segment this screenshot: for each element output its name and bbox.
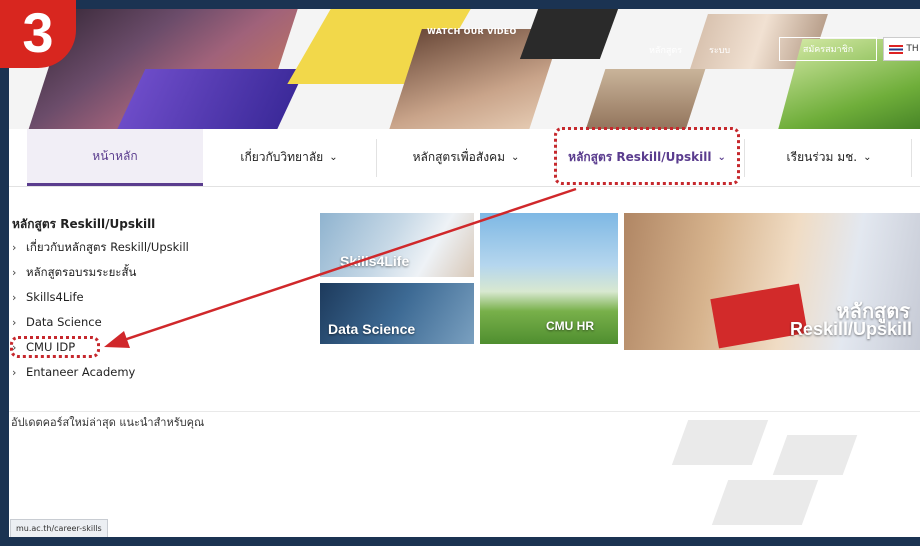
hero-image-elderly (582, 69, 706, 129)
chevron-right-icon: › (12, 241, 17, 254)
status-bar-url: mu.ac.th/career-skills (10, 519, 108, 538)
nav-divider (911, 139, 912, 177)
chevron-down-icon: ⌄ (863, 152, 872, 163)
menu-item-skills4life[interactable]: › Skills4Life (12, 285, 312, 310)
main-nav: หน้าหลัก เกี่ยวกับวิทยาลัย ⌄ หลักสูตรเพื… (9, 129, 920, 187)
chevron-right-icon: › (12, 316, 17, 329)
window-frame-bottom (0, 537, 920, 546)
nav-label: หลักสูตรเพื่อสังคม (412, 150, 506, 164)
nav-item-home[interactable]: หน้าหลัก (27, 129, 203, 186)
menu-item-short-courses[interactable]: › หลักสูตรอบรมระยะสั้น (12, 260, 312, 285)
menu-item-data-science[interactable]: › Data Science (12, 310, 312, 335)
chevron-right-icon: › (12, 291, 17, 304)
nav-divider (376, 139, 377, 177)
hero-link-system[interactable]: ระบบ (709, 43, 730, 57)
language-label: TH (906, 44, 919, 54)
menu-item-label: Entaneer Academy (26, 365, 136, 379)
dropdown-menu: หลักสูตร Reskill/Upskill › เกี่ยวกับหลักส… (12, 213, 312, 385)
menu-item-about-reskill[interactable]: › เกี่ยวกับหลักสูตร Reskill/Upskill (12, 235, 312, 260)
nav-label: หน้าหลัก (92, 148, 138, 163)
nav-label: เกี่ยวกับวิทยาลัย (240, 150, 324, 164)
nav-item-social-courses[interactable]: หลักสูตรเพื่อสังคม ⌄ (381, 129, 551, 186)
nav-divider (744, 139, 745, 177)
tile-label: Reskill/Upskill (789, 319, 912, 339)
nav-item-about[interactable]: เกี่ยวกับวิทยาลัย ⌄ (209, 129, 369, 186)
chevron-down-icon: ⌄ (329, 152, 338, 163)
highlight-cmu-idp (10, 336, 100, 358)
menu-item-label: Skills4Life (26, 290, 84, 304)
tile-skills4life[interactable]: Skills4Life (320, 213, 474, 277)
nav-label: เรียนร่วม มช. (786, 150, 858, 164)
update-heading: อัปเดตคอร์สใหม่ล่าสุด แนะนำสำหรับคุณ (11, 416, 205, 429)
watermark-pattern (640, 410, 900, 535)
tile-reskill-upskill[interactable]: หลักสูตร Reskill/Upskill (624, 213, 920, 350)
thai-flag-icon (889, 44, 904, 54)
tile-cmu-hr[interactable]: CMU HR (480, 213, 618, 344)
chevron-right-icon: › (12, 366, 17, 379)
nav-item-study-cmu[interactable]: เรียนร่วม มช. ⌄ (749, 129, 909, 186)
tile-label: Data Science (328, 321, 416, 337)
menu-item-label: Data Science (26, 315, 102, 329)
signup-button[interactable]: สมัครสมาชิก (779, 37, 877, 61)
window-frame-top (0, 0, 920, 9)
menu-item-entaneer-academy[interactable]: › Entaneer Academy (12, 360, 312, 385)
hero-banner: WATCH OUR VIDEO หลักสูตร ระบบ สมัครสมาชิ… (9, 9, 920, 129)
window-frame-left (0, 0, 9, 546)
hero-image-dark (519, 9, 619, 59)
watch-video-link[interactable]: WATCH OUR VIDEO (427, 27, 517, 36)
menu-item-label: หลักสูตรอบรมระยะสั้น (26, 265, 137, 279)
chevron-down-icon: ⌄ (511, 152, 520, 163)
tile-label: CMU HR (546, 319, 594, 333)
hero-link-courses[interactable]: หลักสูตร (649, 43, 682, 57)
menu-item-label: เกี่ยวกับหลักสูตร Reskill/Upskill (26, 240, 189, 254)
language-selector[interactable]: TH (883, 37, 920, 61)
tile-data-science[interactable]: Data Science (320, 283, 474, 344)
menu-title[interactable]: หลักสูตร Reskill/Upskill (12, 213, 312, 235)
step-number: 3 (22, 0, 54, 64)
hero-shape-purple (112, 69, 306, 129)
tile-label: Skills4Life (340, 253, 410, 269)
highlight-nav-reskill (554, 127, 740, 185)
chevron-right-icon: › (12, 266, 17, 279)
